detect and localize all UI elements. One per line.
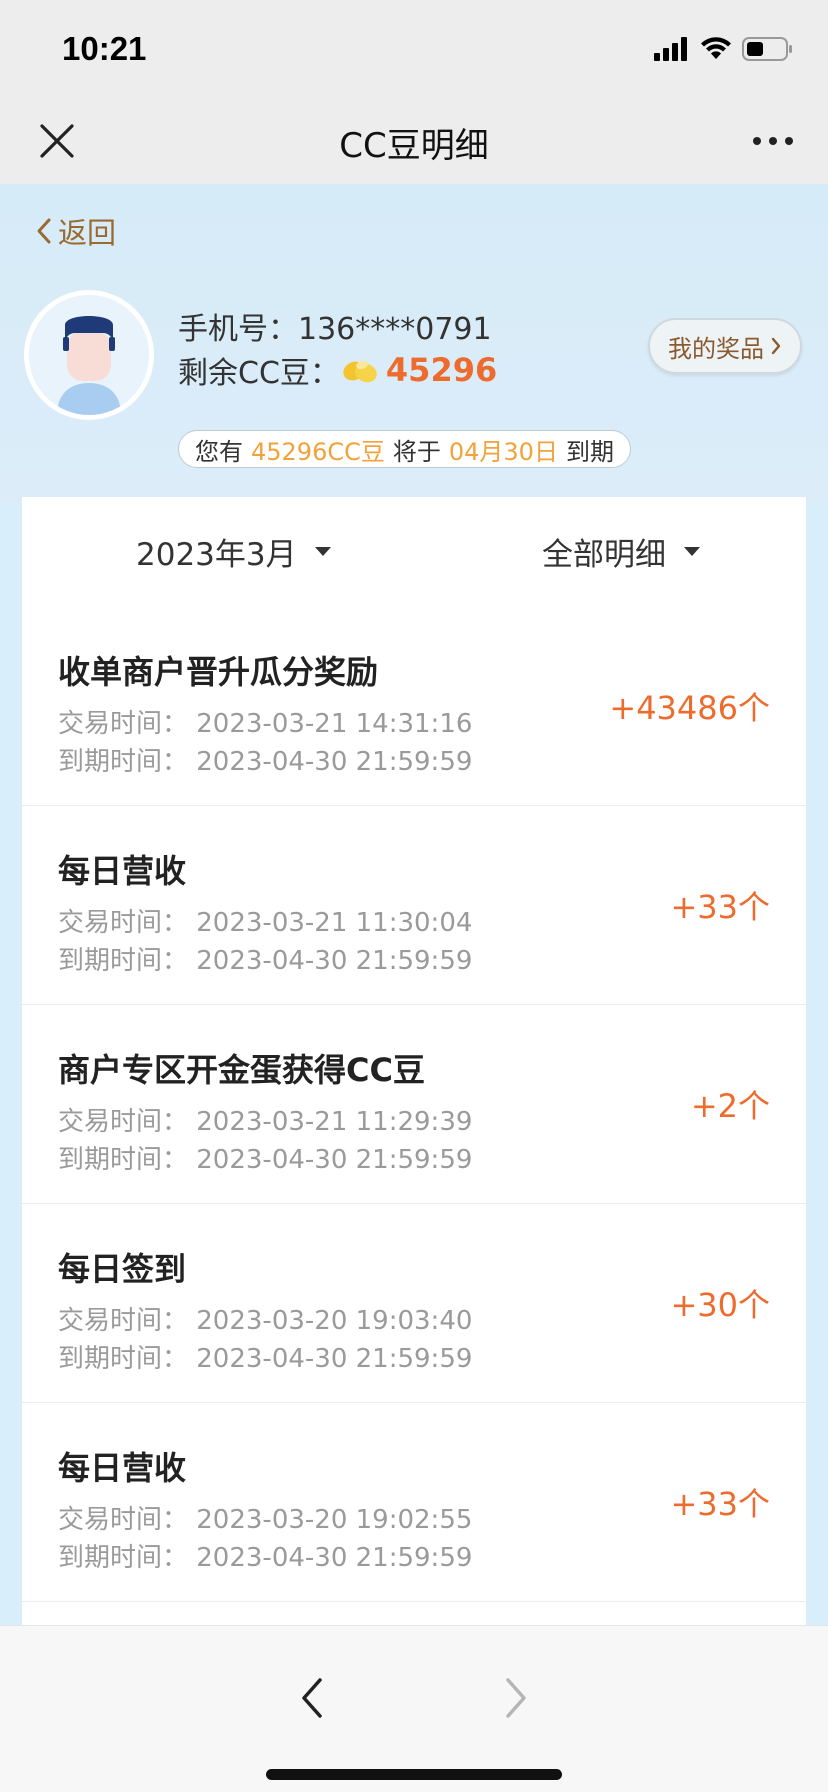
battery-icon xyxy=(742,37,792,61)
record-trade-time: 交易时间： 2023-03-21 11:30:04 xyxy=(58,908,473,938)
chevron-right-icon xyxy=(771,337,781,355)
record-expire-time: 到期时间： 2023-04-30 21:59:59 xyxy=(58,1145,473,1175)
record-expire-time: 到期时间： 2023-04-30 21:59:59 xyxy=(58,747,473,777)
status-icons xyxy=(654,34,794,64)
record-amount: +2个 xyxy=(690,1087,770,1125)
record-title: 每日营收 xyxy=(58,1449,187,1487)
filter-bar: 2023年3月 全部明细 xyxy=(22,497,806,607)
expire-date: 04月30日 xyxy=(448,437,558,466)
forward-arrow-icon[interactable] xyxy=(500,1676,530,1720)
month-filter-label: 2023年3月 xyxy=(136,537,297,573)
expire-middle: 将于 xyxy=(392,437,441,466)
phone-label: 手机号： xyxy=(178,312,298,347)
record-trade-time: 交易时间： 2023-03-20 19:02:55 xyxy=(58,1505,473,1535)
record-title: 收单商户晋升瓜分奖励 xyxy=(58,653,379,691)
phone-row: 手机号：136****0791 xyxy=(178,304,492,348)
record-amount: +33个 xyxy=(670,1485,770,1523)
list-item: 每日营收 交易时间： 2023-03-20 19:02:55 到期时间： 202… xyxy=(22,1403,806,1602)
expire-suffix: 到期 xyxy=(565,437,614,466)
record-title: 每日签到 xyxy=(58,1250,187,1288)
list-item: 每日营收 交易时间： 2023-03-21 11:30:04 到期时间： 202… xyxy=(22,806,806,1005)
bean-icon xyxy=(343,360,377,383)
back-arrow-icon[interactable] xyxy=(298,1676,328,1720)
record-amount: +30个 xyxy=(670,1286,770,1324)
record-trade-time: 交易时间： 2023-03-20 19:03:40 xyxy=(58,1306,473,1336)
status-bar: 10:21 xyxy=(0,0,828,98)
my-prizes-button[interactable]: 我的奖品 xyxy=(648,318,802,374)
record-expire-time: 到期时间： 2023-04-30 21:59:59 xyxy=(58,1344,473,1374)
caret-down-icon xyxy=(684,547,700,556)
record-expire-time: 到期时间： 2023-04-30 21:59:59 xyxy=(58,1543,473,1573)
caret-down-icon xyxy=(314,547,331,556)
record-trade-time: 交易时间： 2023-03-21 14:31:16 xyxy=(58,709,473,739)
browser-toolbar xyxy=(0,1625,828,1792)
avatar xyxy=(24,290,154,420)
signal-icon xyxy=(654,37,687,61)
record-title: 每日营收 xyxy=(58,852,187,890)
my-prizes-label: 我的奖品 xyxy=(668,334,764,363)
record-amount: +43486个 xyxy=(609,689,770,727)
nav-bar: CC豆明细 xyxy=(0,98,828,184)
status-time: 10:21 xyxy=(62,30,147,67)
home-indicator xyxy=(266,1769,562,1780)
phone-value: 136****0791 xyxy=(298,312,492,347)
expire-notice: 您有 45296CC豆 将于 04月30日 到期 xyxy=(178,430,631,468)
beans-value: 45296 xyxy=(385,351,498,389)
beans-label: 剩余CC豆： xyxy=(178,356,340,391)
record-trade-time: 交易时间： 2023-03-21 11:29:39 xyxy=(58,1107,473,1137)
beans-row: 剩余CC豆： 45296 xyxy=(178,348,497,392)
chevron-left-icon xyxy=(37,218,51,244)
account-header: 返回 手机号：136****0791 剩余CC豆： 45296 我的奖品 您有 … xyxy=(0,184,828,504)
back-label: 返回 xyxy=(58,216,117,250)
page-title: CC豆明细 xyxy=(339,126,489,166)
records-card: 2023年3月 全部明细 收单商户晋升瓜分奖励 交易时间： 2023-03-21… xyxy=(22,497,806,1627)
wifi-icon xyxy=(701,37,731,59)
list-item: 每日签到 交易时间： 2023-03-20 19:03:40 到期时间： 202… xyxy=(22,1204,806,1403)
list-item: 收单商户晋升瓜分奖励 交易时间： 2023-03-21 14:31:16 到期时… xyxy=(22,607,806,806)
record-expire-time: 到期时间： 2023-04-30 21:59:59 xyxy=(58,946,473,976)
more-icon[interactable] xyxy=(752,134,794,148)
expire-amount: 45296CC豆 xyxy=(251,437,385,466)
expire-prefix: 您有 xyxy=(195,437,243,466)
list-item: 商户专区开金蛋获得CC豆 交易时间： 2023-03-21 11:29:39 到… xyxy=(22,1005,806,1204)
month-filter[interactable]: 2023年3月 xyxy=(136,529,331,574)
back-link[interactable]: 返回 xyxy=(36,210,116,252)
type-filter-label: 全部明细 xyxy=(542,537,666,573)
record-amount: +33个 xyxy=(670,888,770,926)
record-title: 商户专区开金蛋获得CC豆 xyxy=(58,1051,425,1089)
type-filter[interactable]: 全部明细 xyxy=(542,529,700,574)
